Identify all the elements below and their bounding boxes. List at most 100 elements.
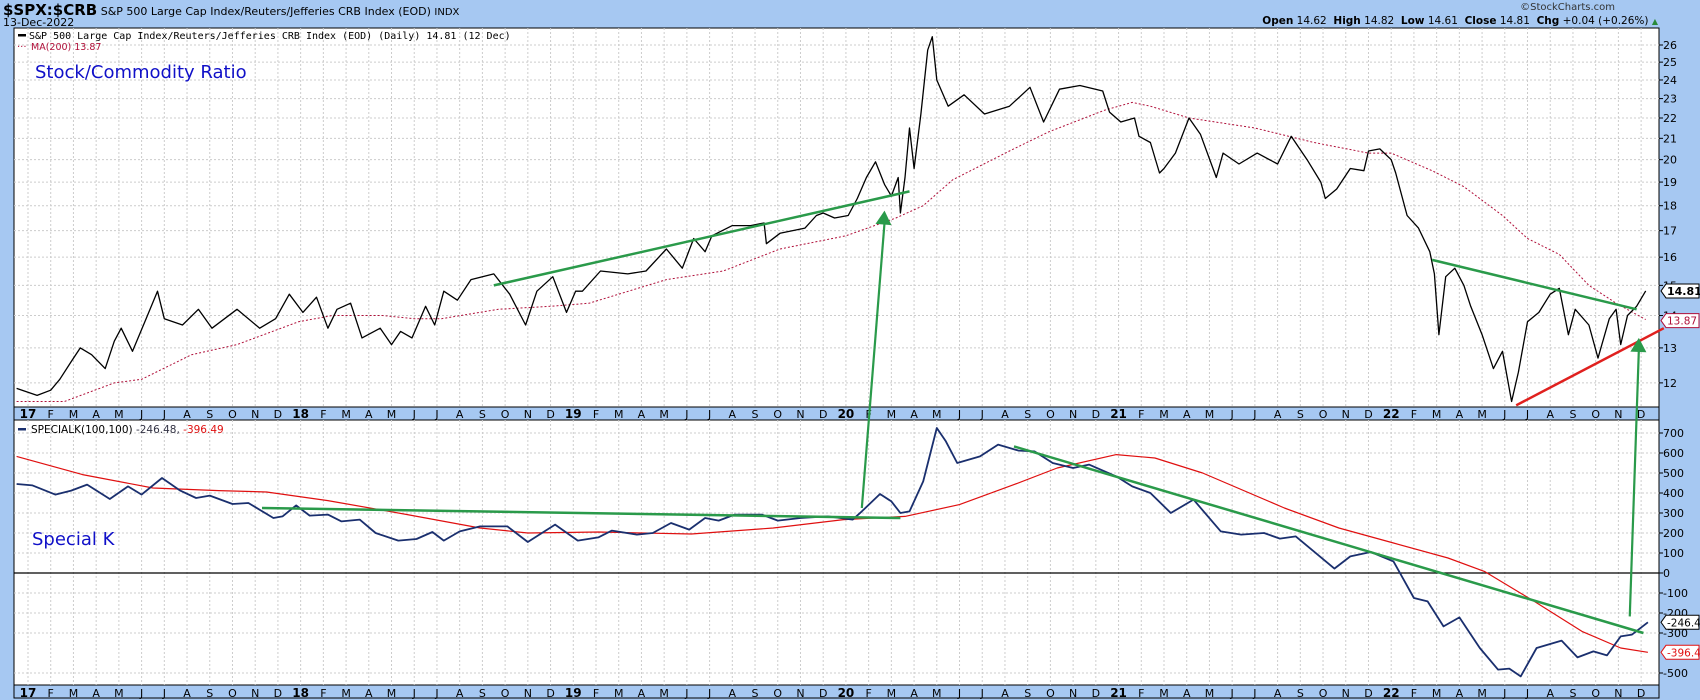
x-axis-label: A	[1456, 408, 1464, 421]
x-axis-label: D	[1364, 687, 1372, 700]
x-axis-label: S	[479, 408, 486, 421]
x-axis-label: J	[957, 687, 961, 700]
x-axis-label: A	[729, 408, 737, 421]
x-axis-label: J	[1502, 408, 1506, 421]
specialk-panel	[13, 419, 1660, 686]
x-axis-label: S	[1569, 687, 1576, 700]
x-axis-label: O	[773, 687, 782, 700]
y-axis-label: 13	[1663, 342, 1677, 355]
x-axis-label: S	[1569, 408, 1576, 421]
x-axis-label: J	[139, 408, 143, 421]
x-axis-label: 17	[20, 686, 37, 700]
x-axis-label: F	[1138, 687, 1144, 700]
x-axis-label: A	[1546, 687, 1554, 700]
x-axis-label: N	[524, 687, 532, 700]
x-axis-label: M	[69, 687, 79, 700]
x-axis-label: A	[638, 687, 646, 700]
legend-swatch-price	[18, 34, 26, 37]
x-axis-label: J	[1525, 408, 1529, 421]
x-axis-label: N	[1614, 408, 1622, 421]
x-axis-label: A	[1183, 408, 1191, 421]
x-axis-label: 20	[838, 686, 855, 700]
x-axis-label: A	[1456, 687, 1464, 700]
x-axis-label: 21	[1110, 686, 1127, 700]
y-axis-label: 26	[1663, 39, 1677, 52]
last-signal-label: -396.49	[1667, 647, 1700, 659]
x-axis-label: A	[456, 687, 464, 700]
x-axis-label: M	[887, 408, 897, 421]
x-axis-label: M	[614, 687, 624, 700]
x-axis-label: A	[183, 408, 191, 421]
x-axis-label: S	[1024, 687, 1031, 700]
x-axis-label: F	[48, 408, 54, 421]
y-axis-label: 400	[1663, 487, 1684, 500]
x-axis-label: F	[320, 408, 326, 421]
x-axis-label: J	[412, 408, 416, 421]
x-axis-label: N	[1069, 687, 1077, 700]
x-axis-label: J	[707, 687, 711, 700]
x-axis-label: M	[659, 687, 669, 700]
legend-swatch-specialk	[18, 428, 26, 431]
x-axis-label: F	[593, 408, 599, 421]
x-axis-label: M	[1477, 687, 1487, 700]
x-axis-label: J	[412, 687, 416, 700]
x-axis-label: A	[638, 408, 646, 421]
y-axis-label: 25	[1663, 56, 1677, 69]
x-axis-label: J	[162, 408, 166, 421]
x-axis-label: O	[1319, 687, 1328, 700]
x-axis-label: A	[1001, 687, 1009, 700]
y-axis-label: 200	[1663, 527, 1684, 540]
x-axis-label: 22	[1383, 686, 1400, 700]
x-axis-label: O	[1591, 408, 1600, 421]
x-axis-label: J	[980, 408, 984, 421]
x-axis-label: S	[479, 687, 486, 700]
x-axis-label: 18	[292, 686, 309, 700]
x-axis-label: S	[752, 408, 759, 421]
x-axis-label: M	[1432, 408, 1442, 421]
x-axis-label: J	[434, 408, 438, 421]
legend-ma: MA(200) 13.87	[31, 42, 101, 53]
x-axis-label: D	[1092, 687, 1100, 700]
x-axis-label: J	[1230, 687, 1234, 700]
legend-swatch-ma: ···	[17, 42, 27, 53]
y-axis-label: -100	[1663, 587, 1688, 600]
x-axis-label: S	[1297, 687, 1304, 700]
x-axis-label: A	[1274, 687, 1282, 700]
x-axis-label: M	[341, 408, 351, 421]
x-axis-label: M	[1159, 408, 1169, 421]
legend-specialk-value: -246.48,	[136, 424, 183, 436]
x-axis-label: N	[796, 687, 804, 700]
x-axis-label: M	[114, 687, 124, 700]
x-axis-label: S	[206, 408, 213, 421]
x-axis-label: J	[707, 408, 711, 421]
x-axis-label: O	[1319, 408, 1328, 421]
x-axis-label: D	[274, 687, 282, 700]
x-axis-label: N	[524, 408, 532, 421]
x-axis-label: M	[932, 408, 942, 421]
x-axis-label: J	[957, 408, 961, 421]
x-axis-label: J	[1502, 687, 1506, 700]
x-axis-label: O	[773, 408, 782, 421]
y-axis-label: -500	[1663, 667, 1688, 680]
x-axis-label: O	[501, 687, 510, 700]
x-axis-label: 17	[20, 407, 37, 421]
x-axis-label: A	[456, 408, 464, 421]
x-axis-label: M	[614, 408, 624, 421]
x-axis-label: D	[274, 408, 282, 421]
x-axis-label: A	[365, 687, 373, 700]
x-axis-label: M	[1205, 408, 1215, 421]
x-axis-label: A	[1274, 408, 1282, 421]
legend-price: S&P 500 Large Cap Index/Reuters/Jefferie…	[29, 31, 511, 42]
y-axis-label: 600	[1663, 447, 1684, 460]
x-axis-label: O	[1046, 408, 1055, 421]
x-axis-label: M	[114, 408, 124, 421]
x-axis-label: S	[206, 687, 213, 700]
y-axis-label: 20	[1663, 154, 1677, 167]
y-axis-label: 700	[1663, 427, 1684, 440]
x-axis-label: M	[341, 687, 351, 700]
x-axis-label: M	[659, 408, 669, 421]
x-axis-label: A	[910, 408, 918, 421]
x-axis-label: D	[1364, 408, 1372, 421]
x-axis-label: N	[251, 408, 259, 421]
x-axis-label: J	[434, 687, 438, 700]
